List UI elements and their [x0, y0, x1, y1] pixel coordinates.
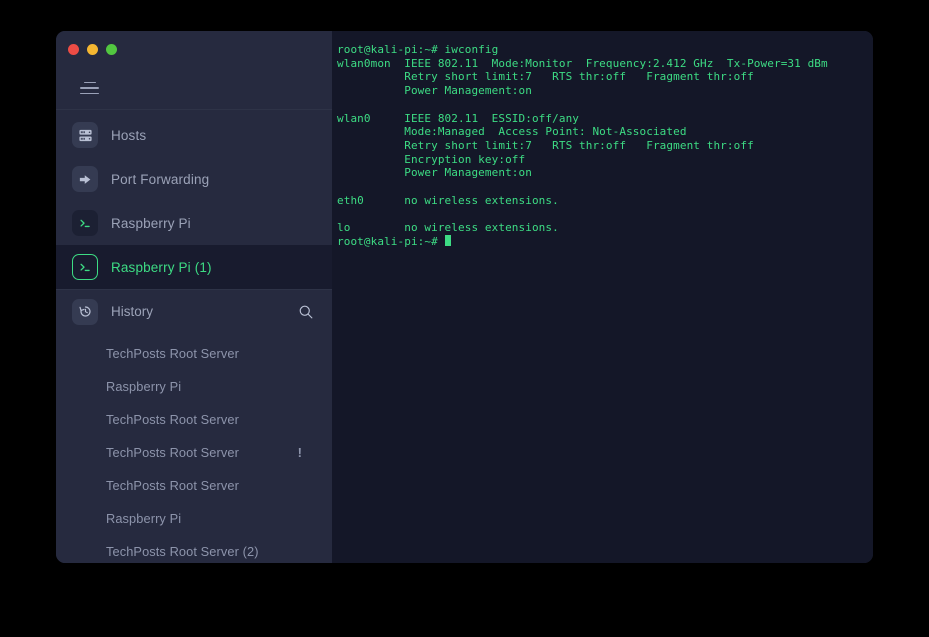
history-list-item[interactable]: Raspberry Pi [56, 502, 332, 535]
sidebar-item-raspberry-pi-1[interactable]: Raspberry Pi (1) [56, 245, 332, 289]
terminal-output: root@kali-pi:~# iwconfig wlan0mon IEEE 8… [337, 43, 873, 249]
arrow-forward-icon [72, 166, 98, 192]
history-item-label: TechPosts Root Server [106, 445, 239, 460]
sidebar-item-port-forwarding[interactable]: Port Forwarding [56, 157, 332, 201]
sidebar-item-raspberry-pi[interactable]: Raspberry Pi [56, 201, 332, 245]
history-item-label: TechPosts Root Server [106, 346, 239, 361]
sidebar: Hosts Port Forwarding Raspberry Pi Raspb… [56, 31, 332, 563]
sidebar-item-label: Hosts [111, 127, 147, 143]
history-list: TechPosts Root Server Raspberry Pi TechP… [56, 333, 332, 563]
history-section-header[interactable]: History [56, 289, 332, 333]
terminal-icon [72, 254, 98, 280]
window-titlebar [56, 31, 332, 67]
maximize-window-button[interactable] [106, 43, 117, 55]
terminal-cursor [444, 235, 451, 247]
history-item-label: Raspberry Pi [106, 511, 182, 526]
sidebar-item-label: Port Forwarding [111, 171, 210, 187]
history-item-label: TechPosts Root Server [106, 412, 239, 427]
terminal-icon [72, 210, 98, 236]
history-list-item[interactable]: TechPosts Root Server [56, 337, 332, 370]
history-item-label: Raspberry Pi [106, 379, 182, 394]
history-list-item[interactable]: TechPosts Root Server (2) [56, 535, 332, 563]
history-item-alert: ! [297, 445, 302, 460]
sidebar-item-hosts[interactable]: Hosts [56, 113, 332, 157]
app-window: Hosts Port Forwarding Raspberry Pi Raspb… [56, 31, 873, 563]
history-clock-icon [72, 298, 98, 325]
history-item-label: TechPosts Root Server [106, 478, 239, 493]
sidebar-item-label: Raspberry Pi (1) [111, 259, 212, 275]
close-window-button[interactable] [68, 43, 79, 55]
search-icon[interactable] [298, 304, 314, 320]
terminal-panel[interactable]: root@kali-pi:~# iwconfig wlan0mon IEEE 8… [332, 31, 873, 563]
terminal-prompt: root@kali-pi:~# [337, 234, 445, 248]
minimize-window-button[interactable] [87, 43, 98, 55]
menu-bar [56, 67, 332, 110]
nav-list: Hosts Port Forwarding Raspberry Pi Raspb… [56, 110, 332, 289]
menu-icon[interactable] [80, 81, 99, 95]
server-rack-icon [72, 122, 98, 148]
history-title: History [111, 304, 154, 319]
history-list-item[interactable]: Raspberry Pi [56, 370, 332, 403]
history-list-item[interactable]: TechPosts Root Server ! [56, 436, 332, 469]
sidebar-item-label: Raspberry Pi [111, 215, 191, 231]
history-item-label: TechPosts Root Server (2) [106, 544, 259, 559]
history-list-item[interactable]: TechPosts Root Server [56, 469, 332, 502]
terminal-output-text: root@kali-pi:~# iwconfig wlan0mon IEEE 8… [337, 43, 828, 235]
history-list-item[interactable]: TechPosts Root Server [56, 403, 332, 436]
